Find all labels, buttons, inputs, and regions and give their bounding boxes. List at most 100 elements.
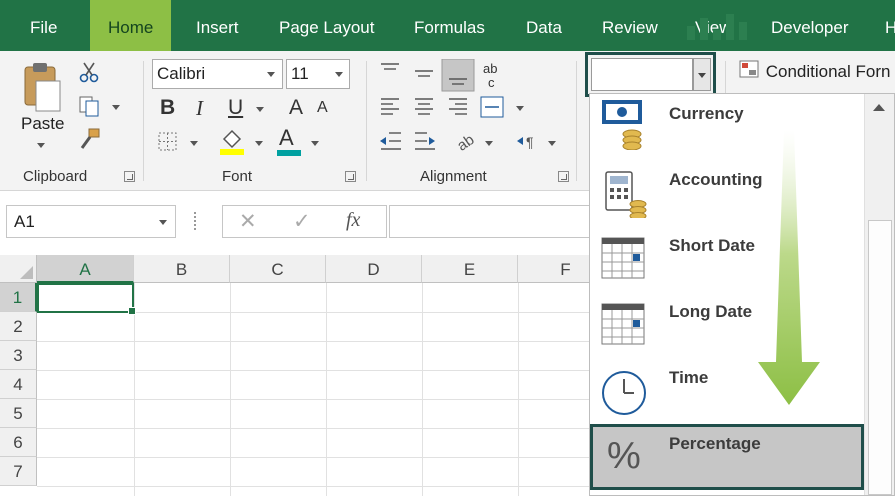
format-option-label: Short Date [669,236,755,255]
tab-page-layout[interactable]: Page Layout [279,0,374,51]
borders-icon[interactable] [157,131,179,153]
bold-button[interactable]: B [160,95,175,121]
increase-font-button[interactable]: A [289,95,303,121]
column-header-d[interactable]: D [326,255,422,283]
underline-button[interactable]: U [228,95,243,121]
underline-caret[interactable] [256,107,264,112]
alignment-group-label: Alignment [420,168,487,185]
svg-text:c: c [488,75,495,90]
format-option-short-date[interactable]: Short Date [590,226,864,292]
cancel-icon[interactable]: ✕ [239,209,257,234]
row-header-3[interactable]: 3 [0,341,37,370]
gridline [37,399,590,400]
tab-review[interactable]: Review [602,0,658,51]
tab-help[interactable]: H [885,0,895,51]
tab-data[interactable]: Data [526,0,562,51]
gridline [326,283,327,496]
font-size-combo[interactable]: 11 [286,59,350,89]
row-header-7[interactable]: 7 [0,457,37,486]
svg-text:ab: ab [483,61,497,76]
font-launcher-icon[interactable] [345,171,356,182]
paste-label[interactable]: Paste [21,114,64,134]
decrease-font-button[interactable]: A [317,95,328,121]
copy-icon[interactable] [78,95,102,117]
font-name-combo[interactable]: Calibri [152,59,283,89]
row-header-4[interactable]: 4 [0,370,37,399]
format-option-currency[interactable]: Currency [590,94,864,154]
fill-color-icon[interactable] [218,127,246,157]
name-box-caret[interactable] [159,220,167,225]
dropdown-scrollbar[interactable] [864,94,894,495]
horizontal-align-icons[interactable] [377,95,527,123]
format-option-time[interactable]: Time [590,358,864,424]
format-painter-icon[interactable] [78,127,102,151]
formula-buttons: ✕ ✓ fx [222,205,387,238]
tab-formulas[interactable]: Formulas [414,0,485,51]
fill-color-caret[interactable] [255,141,263,146]
number-format-combo[interactable] [585,52,716,97]
format-option-percentage[interactable]: % Percentage [590,424,864,490]
font-color-button[interactable]: A [279,125,294,151]
clipboard-group-label: Clipboard [23,168,88,185]
select-all-corner[interactable] [0,255,37,283]
format-option-accounting[interactable]: Accounting [590,160,864,226]
scroll-up-icon[interactable] [873,104,885,111]
svg-text:¶: ¶ [526,134,534,150]
borders-caret[interactable] [190,141,198,146]
arrow-down-icon [758,130,820,405]
group-divider [366,61,367,181]
name-box[interactable]: A1 [6,205,176,238]
column-header-e[interactable]: E [422,255,518,283]
text-direction-caret[interactable] [548,141,556,146]
calendar-icon [601,237,645,279]
font-name-value: Calibri [157,64,206,83]
percent-icon: % [607,435,641,477]
column-header-a[interactable]: A [37,255,134,283]
orientation-caret[interactable] [485,141,493,146]
currency-icon [602,100,642,150]
format-option-label: Percentage [669,434,761,453]
row-header-5[interactable]: 5 [0,399,37,428]
cut-icon[interactable] [78,61,100,83]
number-format-dropdown-button[interactable] [693,58,711,91]
gridline [518,283,519,496]
format-option-long-date[interactable]: Long Date [590,292,864,358]
tab-file[interactable]: File [30,0,57,51]
font-size-caret[interactable] [335,72,343,77]
paste-icon[interactable] [22,61,62,115]
clipboard-launcher-icon[interactable] [124,171,135,182]
calendar-icon [601,303,645,345]
gridline [37,486,590,487]
tab-insert[interactable]: Insert [196,0,239,51]
insert-function-icon[interactable]: fx [346,209,360,232]
row-header-2[interactable]: 2 [0,312,37,341]
text-direction-icon[interactable]: ¶ [513,131,543,153]
row-header-6[interactable]: 6 [0,428,37,457]
conditional-formatting-button[interactable]: Conditional Forn [739,60,890,82]
font-color-swatch [277,150,301,156]
italic-button[interactable]: I [196,95,203,121]
gridline [422,283,423,496]
font-color-caret[interactable] [311,141,319,146]
column-header-c[interactable]: C [230,255,326,283]
copy-dropdown-caret[interactable] [112,105,120,110]
number-format-input[interactable] [591,58,693,91]
name-box-value: A1 [14,212,35,231]
merge-caret[interactable] [516,106,524,111]
tab-developer[interactable]: Developer [771,0,849,51]
format-option-label: Currency [669,104,744,123]
enter-icon[interactable]: ✓ [293,209,311,234]
formula-bar-grip[interactable] [194,212,198,230]
alignment-launcher-icon[interactable] [558,171,569,182]
active-cell-a1[interactable] [37,283,136,315]
row-header-1[interactable]: 1 [0,283,37,312]
column-header-b[interactable]: B [134,255,230,283]
font-name-caret[interactable] [267,72,275,77]
formula-input[interactable] [389,205,599,238]
vertical-align-icons[interactable]: ab c [377,59,507,93]
gridline [37,428,590,429]
paste-dropdown-caret[interactable] [37,143,45,148]
scrollbar-thumb[interactable] [868,220,892,495]
conditional-formatting-icon [739,60,759,78]
tab-home[interactable]: Home [90,0,172,51]
